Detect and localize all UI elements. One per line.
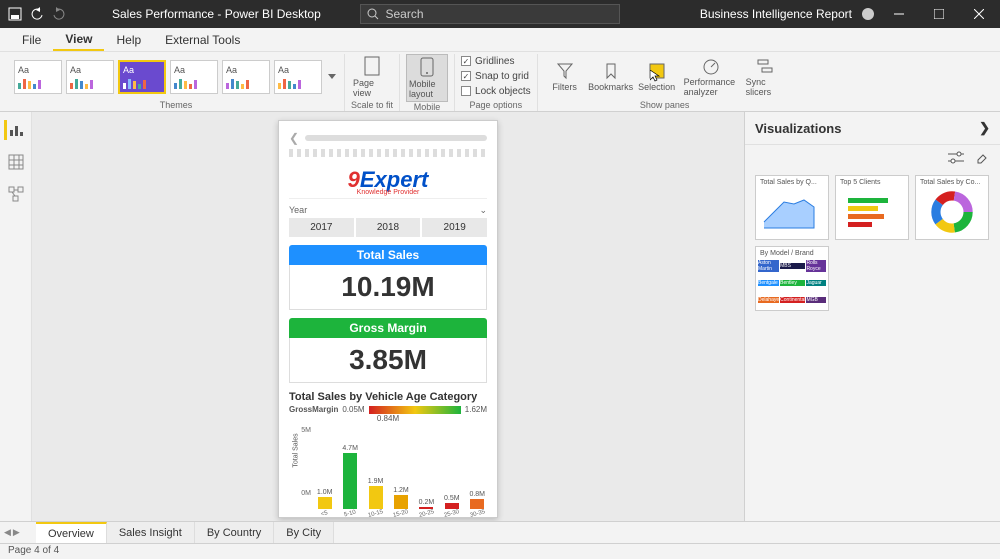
ribbon-label-themes: Themes	[160, 100, 193, 111]
window-title: Sales Performance - Power BI Desktop	[112, 7, 321, 21]
data-view-icon[interactable]	[6, 152, 26, 172]
theme-swatch-5[interactable]: Aa	[222, 60, 270, 94]
gridlines-checkbox[interactable]: ✓Gridlines	[461, 54, 514, 68]
bar-20-25: 0.2M20-25	[417, 499, 436, 517]
tab-overview[interactable]: Overview	[36, 522, 107, 543]
bar-10-15: 1.9M10-15	[366, 478, 385, 517]
menu-file[interactable]: File	[10, 28, 53, 51]
view-switcher	[0, 112, 32, 521]
visualizations-pane: Visualizations ❯ Total Sales by Q... Top…	[744, 112, 1000, 521]
chevron-right-icon[interactable]: ❯	[979, 120, 990, 136]
mobile-preview: ❮ 9Expert Knowledge Provider Year⌄ 2017 …	[278, 120, 498, 518]
bar-30-35: 0.8M30-35	[468, 491, 487, 517]
viz-card-treemap[interactable]: By Model / Brand Aston MartinMBSRolls Ro…	[755, 246, 829, 311]
settings-icon[interactable]	[948, 151, 964, 165]
maximize-button[interactable]	[924, 0, 954, 28]
tab-sales-insight[interactable]: Sales Insight	[107, 522, 195, 543]
redo-icon[interactable]	[50, 5, 68, 23]
tab-by-country[interactable]: By Country	[195, 522, 274, 543]
minimize-button[interactable]	[884, 0, 914, 28]
workspace: ❮ 9Expert Knowledge Provider Year⌄ 2017 …	[0, 112, 1000, 521]
status-bar: Page 4 of 4	[0, 543, 1000, 559]
menu-help[interactable]: Help	[104, 28, 153, 51]
ribbon-label-show-panes: Show panes	[640, 100, 690, 111]
bar-chart-title: Total Sales by Vehicle Age Category	[289, 391, 487, 403]
logo: 9Expert Knowledge Provider	[289, 161, 487, 199]
bar-<5: 1.0M<5	[315, 489, 334, 517]
eraser-icon[interactable]	[974, 151, 988, 165]
report-canvas[interactable]: ❮ 9Expert Knowledge Provider Year⌄ 2017 …	[32, 112, 744, 521]
theme-swatch-2[interactable]: Aa	[66, 60, 114, 94]
total-sales-value: 10.19M	[289, 265, 487, 310]
undo-icon[interactable]	[28, 5, 46, 23]
menu-external-tools[interactable]: External Tools	[153, 28, 252, 51]
search-box[interactable]: Search	[360, 4, 620, 24]
color-scale: GrossMargin 0.05M 1.62M	[289, 405, 487, 414]
sync-slicers-button[interactable]: Sync slicers	[744, 55, 786, 99]
theme-swatch-4[interactable]: Aa	[170, 60, 218, 94]
page-tabs: ◀ ▶ Overview Sales Insight By Country By…	[0, 521, 1000, 543]
theme-swatch-6[interactable]: Aa	[274, 60, 322, 94]
tab-next-icon[interactable]: ▶	[13, 527, 20, 538]
theme-swatch-1[interactable]: Aa	[14, 60, 62, 94]
bar-15-20: 1.2M15-20	[391, 487, 410, 517]
performance-analyzer-button[interactable]: Performance analyzer	[682, 55, 740, 99]
year-2019[interactable]: 2019	[422, 218, 487, 237]
grid-ruler	[289, 149, 487, 157]
year-2017[interactable]: 2017	[289, 218, 354, 237]
save-icon[interactable]	[6, 5, 24, 23]
bar-chart[interactable]: Total Sales 5M0M 1.0M<54.7M5-101.9M10-15…	[289, 427, 487, 517]
theme-swatch-3[interactable]: Aa	[118, 60, 166, 94]
tab-prev-icon[interactable]: ◀	[4, 527, 11, 538]
mobile-layout-button[interactable]: Mobile layout	[406, 54, 448, 102]
page-view-button[interactable]: Page view	[351, 54, 393, 100]
back-icon[interactable]: ❮	[289, 131, 299, 145]
ribbon: Aa Aa Aa Aa Aa Aa Themes Page view Scale…	[0, 52, 1000, 112]
bookmarks-button[interactable]: Bookmarks	[590, 60, 632, 94]
bar-5-10: 4.7M5-10	[340, 445, 359, 517]
viz-card-bars[interactable]: Top 5 Clients	[835, 175, 909, 240]
close-button[interactable]	[964, 0, 994, 28]
gross-margin-header: Gross Margin	[289, 318, 487, 338]
visualizations-header: Visualizations	[755, 121, 841, 136]
themes-dropdown-icon[interactable]	[326, 54, 338, 100]
tab-by-city[interactable]: By City	[274, 522, 334, 543]
total-sales-header: Total Sales	[289, 245, 487, 265]
year-2018[interactable]: 2018	[356, 218, 421, 237]
user-avatar[interactable]	[862, 8, 874, 20]
filters-button[interactable]: Filters	[544, 60, 586, 94]
year-slicer[interactable]: Year⌄ 2017 2018 2019	[289, 205, 487, 237]
report-label: Business Intelligence Report	[700, 7, 852, 21]
ribbon-label-scale: Scale to fit	[351, 100, 393, 111]
menu-view[interactable]: View	[53, 28, 104, 51]
ribbon-label-page-options: Page options	[470, 100, 523, 111]
search-placeholder: Search	[385, 7, 423, 21]
viz-card-donut[interactable]: Total Sales by Co...	[915, 175, 989, 240]
bar-25-30: 0.5M25-30	[442, 495, 461, 517]
gross-margin-value: 3.85M	[289, 338, 487, 383]
titlebar: Sales Performance - Power BI Desktop Sea…	[0, 0, 1000, 28]
report-view-icon[interactable]	[4, 120, 24, 140]
snap-to-grid-checkbox[interactable]: ✓Snap to grid	[461, 69, 529, 83]
page-indicator: Page 4 of 4	[8, 545, 59, 556]
chevron-down-icon[interactable]: ⌄	[479, 205, 487, 216]
viz-card-area[interactable]: Total Sales by Q...	[755, 175, 829, 240]
selection-button[interactable]: Selection	[636, 60, 678, 94]
menubar: File View Help External Tools	[0, 28, 1000, 52]
search-icon	[367, 8, 379, 20]
model-view-icon[interactable]	[6, 184, 26, 204]
lock-objects-checkbox[interactable]: Lock objects	[461, 84, 531, 98]
